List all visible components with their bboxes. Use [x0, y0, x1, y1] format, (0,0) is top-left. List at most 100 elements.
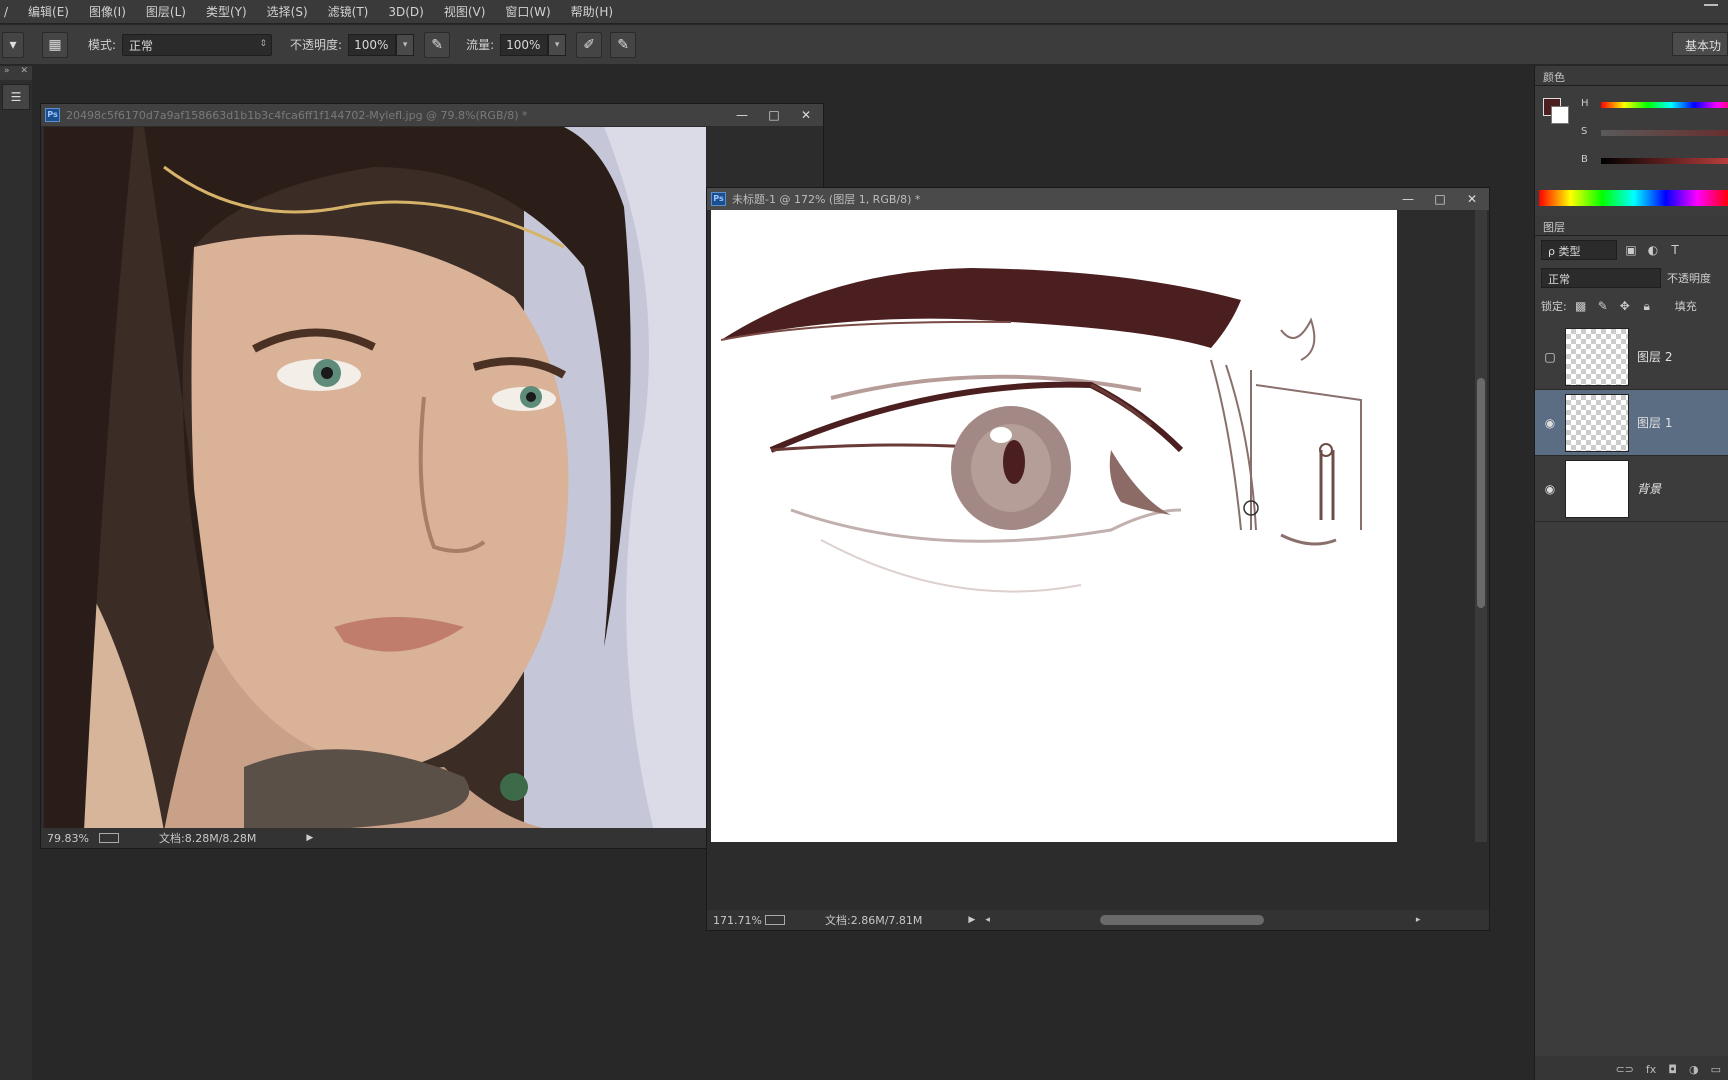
expand-icon[interactable]: » — [4, 66, 10, 80]
lock-paint-icon[interactable]: ✎ — [1595, 299, 1611, 313]
brightness-slider[interactable] — [1601, 158, 1728, 164]
opacity-input[interactable]: 100% — [348, 33, 397, 56]
vertical-scroll-thumb[interactable] — [1477, 378, 1485, 608]
menu-item-filter[interactable]: 滤镜(T) — [318, 0, 379, 24]
brightness-slider-row[interactable]: B — [1581, 154, 1728, 168]
play-icon[interactable]: ▶ — [968, 915, 975, 925]
pressure-size-icon[interactable]: ✎ — [610, 31, 637, 58]
type-filter-icon[interactable]: T — [1667, 243, 1683, 257]
canvas-window-titlebar[interactable]: Ps 未标题-1 @ 172% (图层 1, RGB/8) * — □ ✕ — [707, 188, 1489, 210]
blend-mode-dropdown[interactable]: 正常 — [1541, 268, 1661, 288]
layer-row-layer-2[interactable]: ▢ 图层 2 — [1535, 324, 1728, 390]
close-icon[interactable]: ✕ — [20, 66, 28, 80]
adjustment-icon[interactable]: ◑ — [1689, 1063, 1699, 1076]
maximize-icon[interactable]: □ — [765, 107, 783, 123]
fill-label: 填充 — [1674, 300, 1697, 313]
minimize-icon[interactable]: — — [1399, 191, 1417, 207]
menu-item-select[interactable]: 选择(S) — [257, 0, 318, 24]
layer-opacity-label: 不透明度 — [1667, 272, 1711, 285]
layer-name[interactable]: 图层 1 — [1637, 414, 1672, 431]
lock-move-icon[interactable]: ✥ — [1617, 299, 1633, 313]
flow-input[interactable]: 100% — [500, 33, 549, 56]
menu-item-file[interactable]: / — [0, 0, 18, 24]
minimize-icon[interactable] — [1704, 4, 1718, 6]
link-icon[interactable]: ⊂⊃ — [1615, 1063, 1633, 1076]
hue-slider[interactable] — [1601, 102, 1728, 108]
eye-sketch — [720, 268, 1362, 593]
layer-name[interactable]: 图层 2 — [1637, 348, 1672, 365]
layer-row-layer-1[interactable]: ◉ 图层 1 — [1535, 390, 1728, 456]
brush-panel-toggle-icon[interactable]: ▦ — [42, 31, 68, 58]
flow-stepper[interactable]: ▾ — [548, 33, 567, 56]
color-panel-tab[interactable]: 颜色 — [1535, 66, 1728, 86]
hue-label: H — [1581, 98, 1589, 109]
eye-icon[interactable]: ◉ — [1539, 416, 1561, 430]
menu-item-layer[interactable]: 图层(L) — [136, 0, 196, 24]
reference-doc-info: 文档:8.28M/8.28M — [159, 832, 257, 845]
minimize-icon[interactable]: — — [733, 107, 751, 123]
close-icon[interactable]: ✕ — [797, 107, 815, 123]
lock-all-icon[interactable]: 🔒︎ — [1639, 299, 1655, 314]
menu-item-window[interactable]: 窗口(W) — [495, 0, 560, 24]
brightness-label: B — [1581, 154, 1588, 165]
layer-row-background[interactable]: ◉ 背景 — [1535, 456, 1728, 522]
workspace-button[interactable]: 基本功 — [1671, 32, 1728, 56]
menu-item-help[interactable]: 帮助(H) — [561, 0, 623, 24]
menu-item-image[interactable]: 图像(I) — [79, 0, 136, 24]
canvas-doc-info: 文档:2.86M/7.81M — [825, 914, 923, 927]
close-icon[interactable]: ✕ — [1463, 191, 1481, 207]
drawing-canvas[interactable] — [711, 210, 1397, 842]
layer-name[interactable]: 背景 — [1637, 480, 1661, 497]
hue-slider-row[interactable]: H — [1581, 98, 1728, 112]
canvas-window-title: 未标题-1 @ 172% (图层 1, RGB/8) * — [732, 193, 921, 206]
airbrush-icon[interactable]: ✐ — [576, 31, 603, 58]
adjust-tool-icon[interactable]: ☰ — [2, 84, 30, 110]
saturation-label: S — [1581, 126, 1588, 137]
canvas-window[interactable]: Ps 未标题-1 @ 172% (图层 1, RGB/8) * — □ ✕ 17… — [706, 187, 1490, 931]
reference-photo — [44, 127, 706, 831]
menu-item-view[interactable]: 视图(V) — [434, 0, 496, 24]
play-icon[interactable]: ▶ — [306, 833, 313, 843]
scroll-left-icon[interactable]: ◂ — [985, 915, 990, 925]
vertical-scrollbar[interactable] — [1475, 210, 1487, 842]
layers-lock-row: 锁定: ▩ ✎ ✥ 🔒︎ 填充 — [1535, 292, 1728, 320]
layers-bottom-bar: ⊂⊃ fx ◘ ◑ ▭ — [1535, 1056, 1728, 1080]
saturation-slider[interactable] — [1601, 130, 1728, 136]
image-filter-icon[interactable]: ▣ — [1623, 243, 1639, 257]
fx-icon[interactable]: fx — [1646, 1063, 1656, 1076]
mode-value: 正常 — [129, 38, 154, 53]
layer-filter-dropdown[interactable]: ρ 类型 — [1541, 240, 1617, 260]
visibility-toggle-off[interactable]: ▢ — [1539, 350, 1561, 364]
maximize-icon[interactable]: □ — [1431, 191, 1449, 207]
reference-zoom-value[interactable]: 79.83% — [41, 832, 99, 845]
brush-preset-button[interactable]: ▾ — [2, 31, 24, 58]
canvas-status-bar: 171.71% 文档:2.86M/7.81M ▶ ◂ ▸ — [707, 910, 1489, 930]
canvas-zoom-value[interactable]: 171.71% — [707, 914, 765, 927]
mode-dropdown[interactable]: 正常 ⇕ — [122, 33, 273, 56]
menu-item-3d[interactable]: 3D(D) — [378, 0, 433, 24]
proof-icon — [765, 915, 785, 925]
adjustment-filter-icon[interactable]: ◐ — [1645, 243, 1661, 257]
layers-panel-tab[interactable]: 图层 — [1535, 216, 1728, 236]
mode-label: 模式: — [88, 38, 117, 52]
eye-icon[interactable]: ◉ — [1539, 482, 1561, 496]
layer-thumbnail — [1565, 393, 1629, 452]
layers-blend-row: 正常 不透明度 — [1535, 264, 1728, 292]
reference-window-titlebar[interactable]: Ps 20498c5f6170d7a9af158663d1b1b3c4fca6f… — [41, 104, 823, 126]
tools-panel: » ✕ ☰ — [0, 66, 32, 1080]
scroll-right-icon[interactable]: ▸ — [1416, 915, 1421, 925]
lock-transparent-icon[interactable]: ▩ — [1573, 299, 1589, 313]
opacity-stepper[interactable]: ▾ — [396, 33, 415, 56]
color-spectrum[interactable] — [1539, 190, 1728, 206]
background-color-swatch[interactable] — [1551, 106, 1569, 124]
mask-icon[interactable]: ◘ — [1668, 1063, 1677, 1076]
pressure-opacity-icon[interactable]: ✎ — [424, 31, 451, 58]
menu-item-edit[interactable]: 编辑(E) — [18, 0, 79, 24]
horizontal-scroll-thumb[interactable] — [1099, 915, 1264, 925]
layer-thumbnail — [1565, 327, 1629, 386]
saturation-slider-row[interactable]: S — [1581, 126, 1728, 140]
flow-label: 流量: — [466, 38, 495, 52]
menu-item-type[interactable]: 类型(Y) — [196, 0, 257, 24]
folder-icon[interactable]: ▭ — [1711, 1063, 1721, 1076]
chevron-down-icon: ⇕ — [259, 38, 268, 49]
